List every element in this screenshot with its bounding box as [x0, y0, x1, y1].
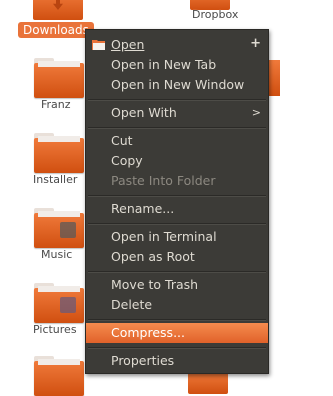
folder-label-franz[interactable]: Franz [41, 98, 71, 111]
menu-item-label: Compress... [111, 325, 185, 340]
folder-bottom-left-icon[interactable] [34, 356, 84, 396]
folder-pictures-icon[interactable] [34, 283, 84, 323]
menu-item-copy[interactable]: Copy [86, 151, 268, 171]
menu-item-move-to-trash[interactable]: Move to Trash [86, 275, 268, 295]
dropbox-label[interactable]: Dropbox [192, 8, 238, 21]
menu-item-label: Open in Terminal [111, 229, 217, 244]
folder-music-icon[interactable] [34, 208, 84, 248]
folder-bottom-right-icon[interactable] [188, 372, 228, 394]
menu-item-compress[interactable]: Compress... [86, 323, 268, 343]
folder-label-pictures[interactable]: Pictures [33, 323, 77, 336]
menu-separator [88, 319, 266, 321]
menu-item-label: Properties [111, 353, 175, 368]
folder-open-icon [92, 40, 105, 50]
menu-item-label: Open as Root [111, 249, 195, 264]
folder-franz-icon[interactable] [34, 58, 84, 98]
folder-installer-icon[interactable] [34, 133, 84, 173]
music-emblem-icon [60, 222, 76, 238]
menu-separator [88, 271, 266, 273]
menu-item-open-as-root[interactable]: Open as Root [86, 247, 268, 267]
menu-item-cut[interactable]: Cut [86, 131, 268, 151]
menu-separator [88, 99, 266, 101]
menu-item-label: Open in New Window [111, 77, 245, 92]
folder-label-music[interactable]: Music [41, 248, 72, 261]
menu-item-label: Open in New Tab [111, 57, 217, 72]
context-menu: Open + Open in New Tab Open in New Windo… [85, 29, 269, 374]
menu-item-label: Rename... [111, 201, 175, 216]
folder-label-installer[interactable]: Installer [33, 173, 77, 186]
chevron-right-icon: > [251, 106, 261, 119]
menu-item-label: Move to Trash [111, 277, 199, 292]
menu-item-open-in-terminal[interactable]: Open in Terminal [86, 227, 268, 247]
menu-item-open-new-window[interactable]: Open in New Window [86, 75, 268, 95]
menu-separator [88, 127, 266, 129]
menu-item-label: Cut [111, 133, 133, 148]
menu-item-open-new-tab[interactable]: Open in New Tab [86, 55, 268, 75]
menu-item-delete[interactable]: Delete [86, 295, 268, 315]
menu-separator [88, 195, 266, 197]
add-icon: + [250, 36, 261, 51]
menu-separator [88, 347, 266, 349]
menu-item-label: Copy [111, 153, 143, 168]
menu-item-label: Open With [111, 105, 177, 120]
menu-item-rename[interactable]: Rename... [86, 199, 268, 219]
menu-separator [88, 223, 266, 225]
menu-item-label: Delete [111, 297, 153, 312]
menu-item-open-with[interactable]: Open With > [86, 103, 268, 123]
selected-folder-label[interactable]: Downloads [18, 22, 94, 38]
folder-downloads-icon[interactable] [33, 0, 83, 20]
menu-item-paste-into-folder: Paste Into Folder [86, 171, 268, 191]
menu-item-open[interactable]: Open + [86, 35, 268, 55]
menu-item-properties[interactable]: Properties [86, 351, 268, 371]
menu-item-label: Paste Into Folder [111, 173, 216, 188]
pictures-emblem-icon [60, 297, 76, 313]
menu-item-label: Open [111, 37, 145, 52]
